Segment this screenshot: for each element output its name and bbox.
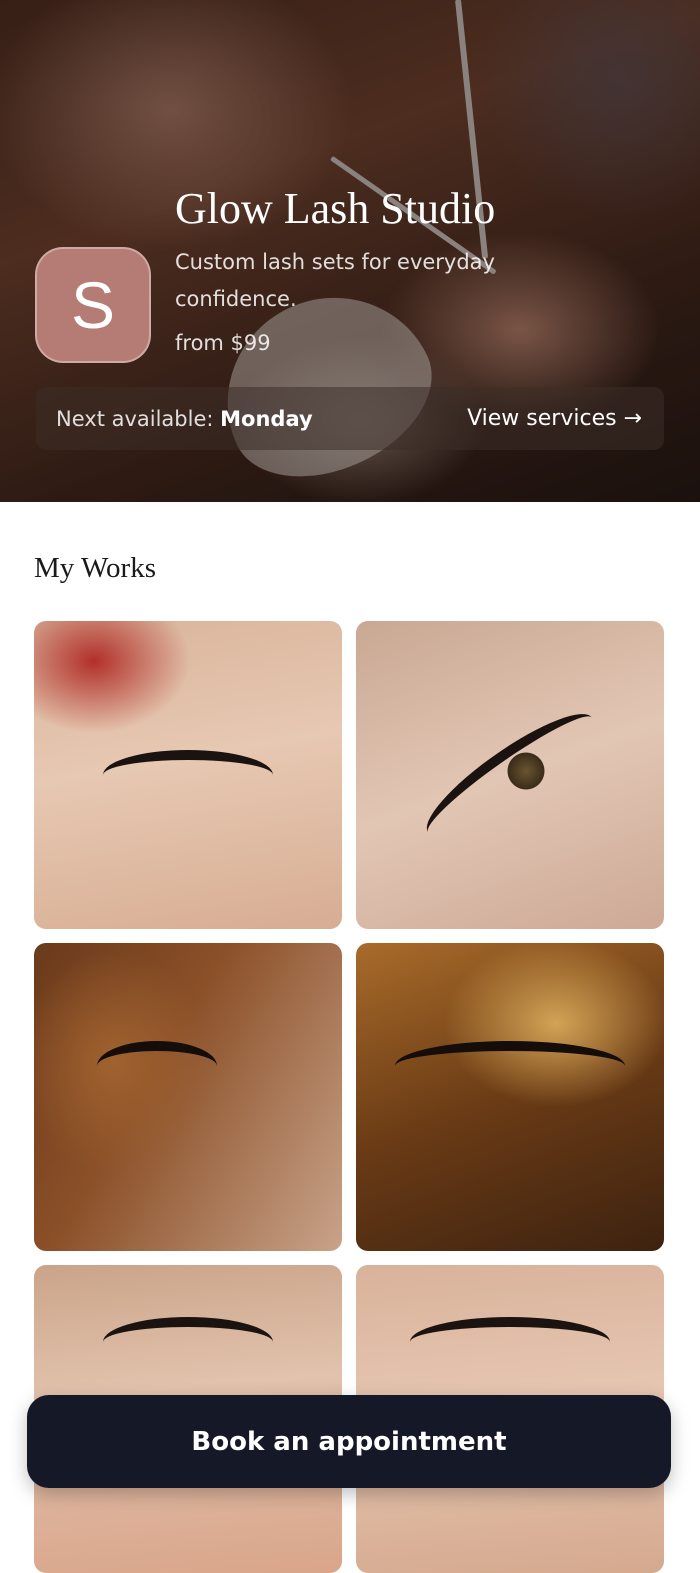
lash-image [97,1041,218,1091]
availability-day: Monday [220,406,313,431]
avatar-letter: S [70,268,116,342]
studio-avatar: S [35,247,151,363]
work-photo[interactable] [34,943,342,1251]
availability-label: Next available: [56,406,214,431]
lash-image [410,1317,610,1367]
work-photo[interactable] [356,943,664,1251]
availability-text: Next available: Monday [56,407,313,431]
lash-image [103,750,273,800]
availability-bar: Next available: Monday View services → [36,387,664,450]
hero-banner: S Glow Lash Studio Custom lash sets for … [0,0,700,502]
studio-tagline: Custom lash sets for everyday confidence… [175,250,495,311]
studio-name: Glow Lash Studio [175,184,496,233]
work-photo[interactable] [356,621,664,929]
lash-image [395,1041,625,1091]
book-appointment-button[interactable]: Book an appointment [27,1395,671,1488]
starting-price: from $99 [175,331,271,355]
view-services-link[interactable]: View services → [467,406,642,431]
lash-image [103,1317,273,1367]
work-photo[interactable] [34,621,342,929]
lash-image [413,697,607,853]
my-works-title: My Works [34,552,157,584]
